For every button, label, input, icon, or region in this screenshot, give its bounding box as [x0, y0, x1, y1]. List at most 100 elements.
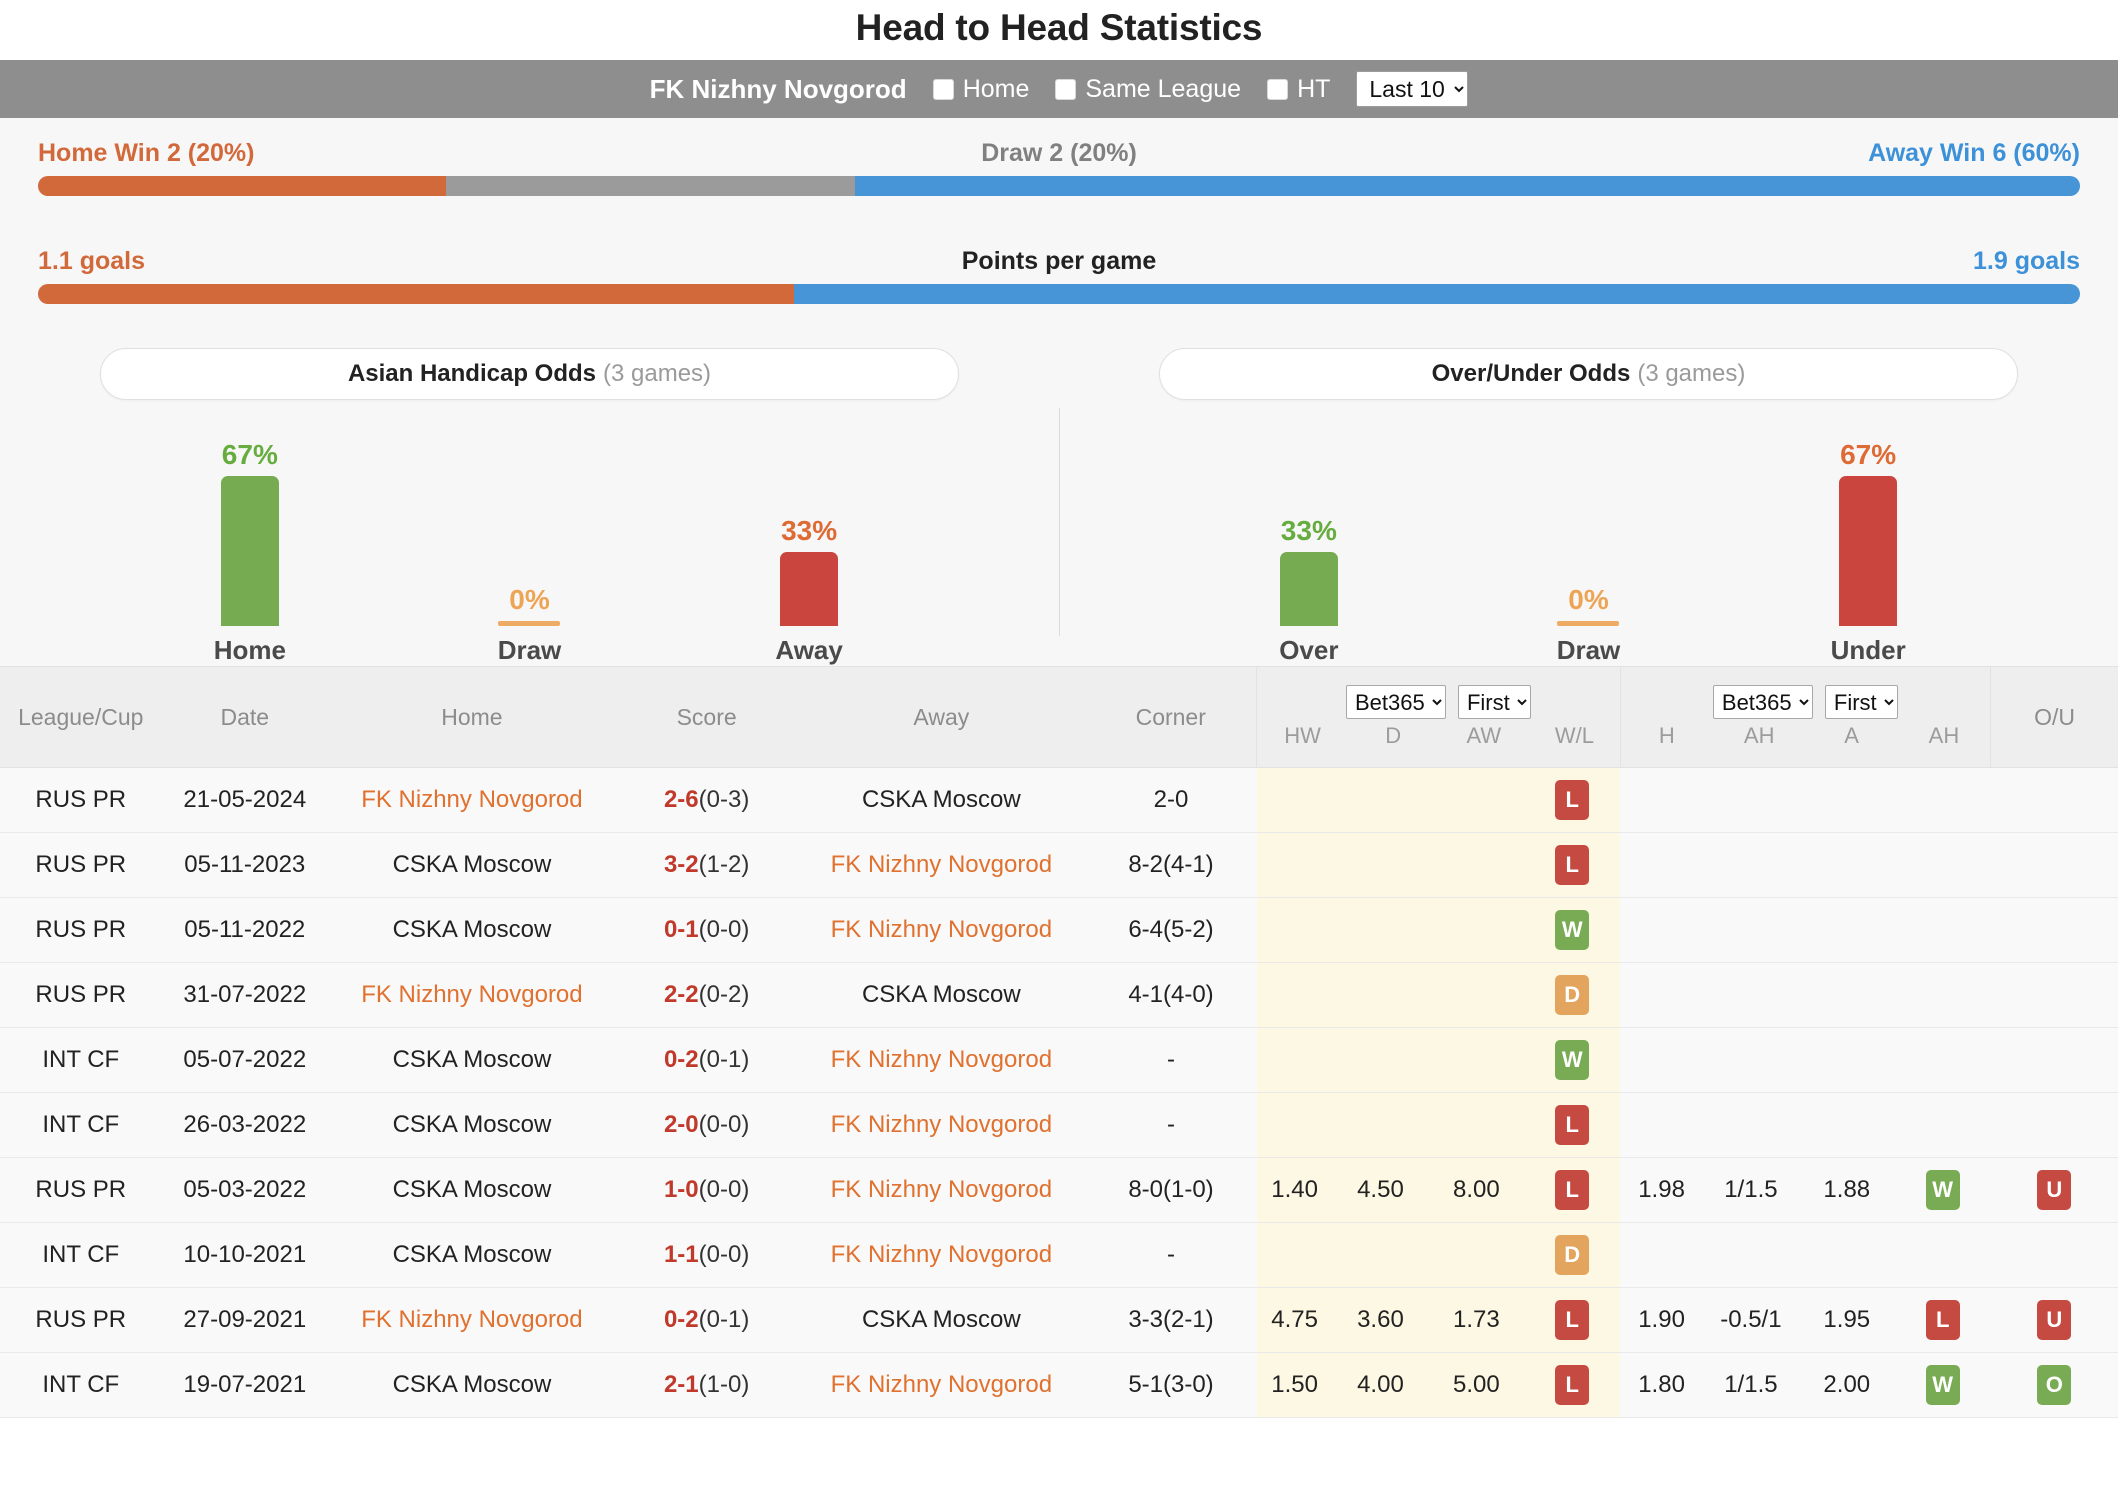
- ppg-labels: 1.1 goals Points per game 1.9 goals: [0, 226, 2118, 278]
- th-score: Score: [615, 666, 798, 768]
- bar-caption-under: Under: [1830, 635, 1906, 665]
- table-row[interactable]: RUS PR 05-03-2022 CSKA Moscow 1-0(0-0) FK Ni…: [0, 1157, 2118, 1223]
- cell-date: 05-11-2022: [161, 897, 329, 963]
- bar-group-home: 67% Home: [175, 416, 325, 666]
- over-under-games: (3 games): [1637, 360, 1746, 387]
- cell-aw: [1428, 1092, 1525, 1158]
- checkbox-ht[interactable]: HT: [1267, 75, 1330, 104]
- cell-score: 0-2(0-1): [615, 1287, 798, 1353]
- cell-score: 2-6(0-3): [615, 767, 798, 833]
- cell-ah2: [1894, 767, 1991, 833]
- table-row[interactable]: RUS PR 05-11-2023 CSKA Moscow 3-2(1-2) FK Ni…: [0, 832, 2118, 898]
- table-row[interactable]: RUS PR 05-11-2022 CSKA Moscow 0-1(0-0) FK Ni…: [0, 897, 2118, 963]
- bar-pct-draw: 0%: [509, 584, 550, 615]
- bookmaker-select-2[interactable]: Bet365: [1712, 685, 1813, 719]
- bar-caption-draw: Draw: [1556, 635, 1621, 665]
- th-corner: Corner: [1085, 666, 1257, 768]
- cell-ah: [1702, 1222, 1799, 1288]
- cell-home: CSKA Moscow: [328, 1157, 616, 1223]
- cell-league: RUS PR: [0, 1157, 162, 1223]
- cell-a: 1.88: [1798, 1157, 1895, 1223]
- cell-score: 2-1(1-0): [615, 1352, 798, 1418]
- table-row[interactable]: RUS PR 27-09-2021 FK Nizhny Novgorod 0-2(0-…: [0, 1287, 2118, 1353]
- ppg-bar: [38, 284, 2080, 304]
- cell-ah: [1702, 897, 1799, 963]
- bar-segment-draw: [446, 176, 855, 196]
- cell-ou: [1990, 1222, 2118, 1288]
- th-league: League/Cup: [0, 666, 162, 768]
- cell-ou: [1990, 1092, 2118, 1158]
- over-under-panel: Over/Under Odds (3 games) 33% Over 0% Dr…: [1059, 348, 2118, 666]
- th-away: Away: [797, 666, 1086, 768]
- cell-home: CSKA Moscow: [328, 1222, 616, 1288]
- cell-league: INT CF: [0, 1352, 162, 1418]
- cell-a: [1798, 962, 1895, 1028]
- cell-corner: -: [1085, 1222, 1257, 1288]
- bar-group-draw: 0% Draw: [454, 416, 604, 666]
- cell-home: CSKA Moscow: [328, 1352, 616, 1418]
- bar-group-away: 33% Away: [734, 416, 884, 666]
- asian-handicap-title: Asian Handicap Odds: [347, 360, 596, 387]
- cell-wl: W: [1524, 897, 1621, 963]
- cell-a: [1798, 1092, 1895, 1158]
- cell-date: 05-03-2022: [161, 1157, 329, 1223]
- cell-league: RUS PR: [0, 832, 162, 898]
- cell-hw: [1256, 1222, 1333, 1288]
- cell-ah2: [1894, 1092, 1991, 1158]
- result-badge: L: [1555, 845, 1590, 885]
- table-row[interactable]: INT CF 05-07-2022 CSKA Moscow 0-2(0-1) FK Ni…: [0, 1027, 2118, 1093]
- table-row[interactable]: RUS PR 21-05-2024 FK Nizhny Novgorod 2-6(0-…: [0, 767, 2118, 833]
- th-a: A: [1844, 723, 1859, 748]
- bar-column-under: [1839, 476, 1898, 626]
- cell-ou: [1990, 767, 2118, 833]
- cell-ah2: W: [1894, 1352, 1991, 1418]
- cell-a: [1798, 767, 1895, 833]
- cell-h: [1620, 897, 1703, 963]
- cell-d: [1332, 1092, 1429, 1158]
- over-under-title-pill[interactable]: Over/Under Odds (3 games): [1159, 348, 2018, 400]
- bar-group-draw: 0% Draw: [1513, 416, 1663, 666]
- bar-segment-away: [854, 176, 2080, 196]
- result-badge: L: [1555, 1105, 1590, 1145]
- cell-ah: 1/1.5: [1702, 1352, 1799, 1418]
- table-row[interactable]: INT CF 19-07-2021 CSKA Moscow 2-1(1-0) FK Ni…: [0, 1352, 2118, 1418]
- checkbox-ht-label: HT: [1297, 74, 1331, 103]
- th-ou: O/U: [1990, 666, 2118, 768]
- cell-aw: 8.00: [1428, 1157, 1525, 1223]
- phase-select-1[interactable]: First: [1457, 685, 1531, 719]
- checkbox-box-icon[interactable]: [1267, 78, 1289, 100]
- cell-hw: [1256, 832, 1333, 898]
- checkbox-box-icon[interactable]: [932, 78, 954, 100]
- cell-h: [1620, 767, 1703, 833]
- cell-home: CSKA Moscow: [328, 897, 616, 963]
- bookmaker-select-1[interactable]: Bet365: [1345, 685, 1446, 719]
- cell-date: 21-05-2024: [161, 767, 329, 833]
- cell-ah: [1702, 767, 1799, 833]
- cell-h: [1620, 962, 1703, 1028]
- cell-h: [1620, 1092, 1703, 1158]
- cell-d: 4.50: [1332, 1157, 1429, 1223]
- cell-a: [1798, 832, 1895, 898]
- result-badge: W: [1555, 1040, 1590, 1080]
- checkbox-home[interactable]: Home: [932, 75, 1029, 104]
- asian-handicap-title-pill[interactable]: Asian Handicap Odds (3 games): [100, 348, 959, 400]
- cell-ah: [1702, 962, 1799, 1028]
- cell-date: 10-10-2021: [161, 1222, 329, 1288]
- checkbox-same-league[interactable]: Same League: [1055, 75, 1241, 104]
- table-row[interactable]: INT CF 26-03-2022 CSKA Moscow 2-0(0-0) FK Ni…: [0, 1092, 2118, 1158]
- cell-wl: L: [1524, 832, 1621, 898]
- bar-group-over: 33% Over: [1234, 416, 1384, 666]
- range-select[interactable]: Last 10: [1356, 71, 1469, 107]
- result-badge: D: [1555, 975, 1590, 1015]
- cell-corner: 5-1(3-0): [1085, 1352, 1257, 1418]
- result-badge: U: [2037, 1300, 2072, 1340]
- table-row[interactable]: RUS PR 31-07-2022 FK Nizhny Novgorod 2-2(0-…: [0, 962, 2118, 1028]
- team-name-label: FK Nizhny Novgorod: [649, 73, 907, 104]
- checkbox-box-icon[interactable]: [1055, 78, 1077, 100]
- table-row[interactable]: INT CF 10-10-2021 CSKA Moscow 1-1(0-0) FK Ni…: [0, 1222, 2118, 1288]
- th-ah-2: AH: [1928, 723, 1960, 748]
- bar-caption-draw: Draw: [497, 635, 562, 665]
- result-badge: O: [2037, 1365, 2072, 1405]
- phase-select-2[interactable]: First: [1824, 685, 1898, 719]
- cell-ah: [1702, 1027, 1799, 1093]
